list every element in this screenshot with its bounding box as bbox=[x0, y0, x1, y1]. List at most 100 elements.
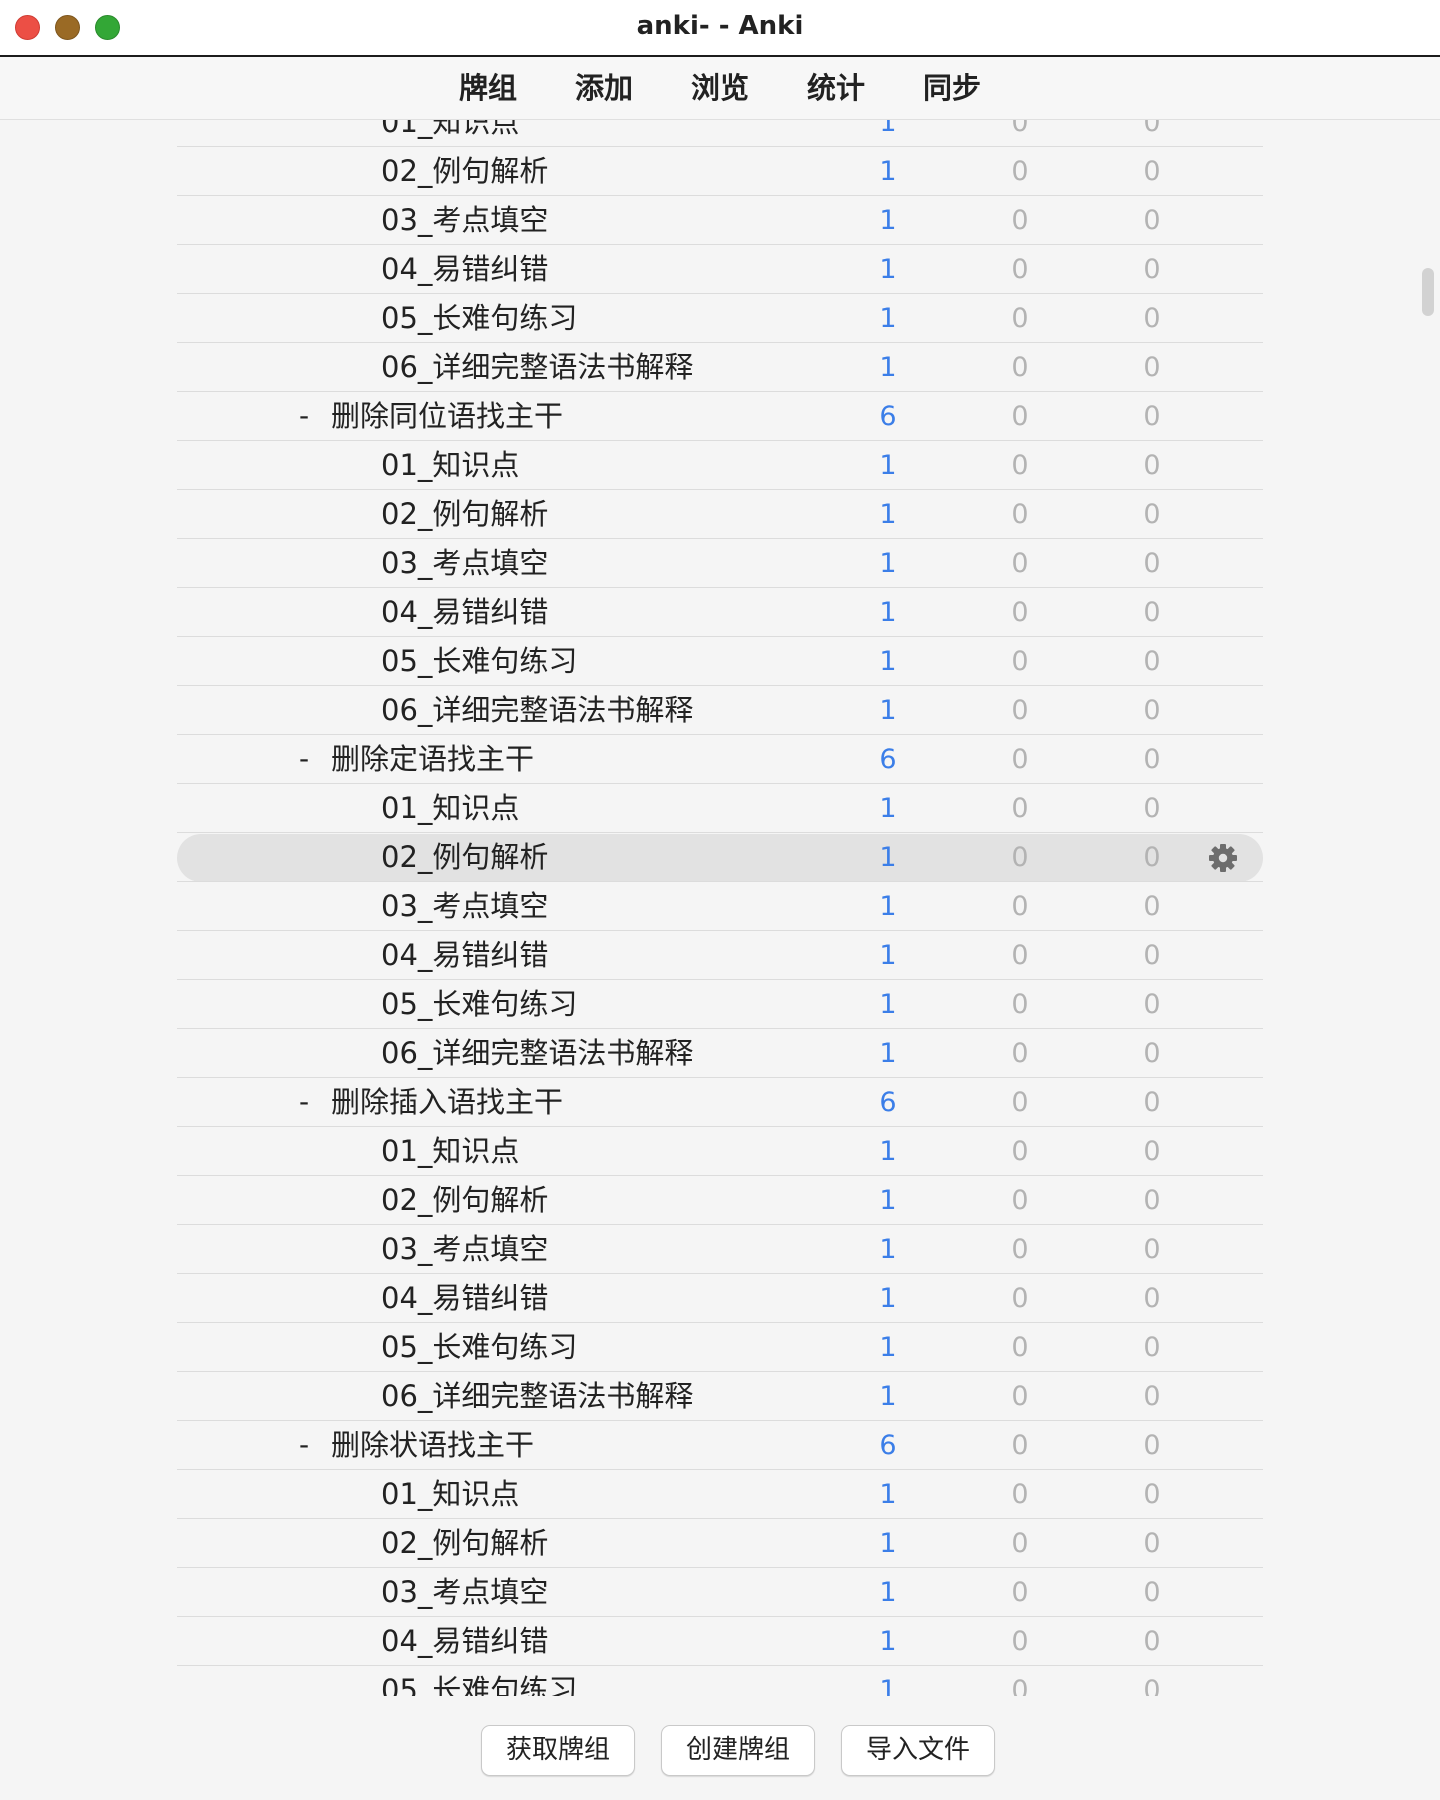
review-count: 0 bbox=[1143, 1234, 1161, 1265]
deck-row[interactable]: 02_例句解析 1 0 0 bbox=[0, 1176, 1440, 1225]
deck-row[interactable]: 04_易错纠错 1 0 0 bbox=[0, 1617, 1440, 1666]
deck-name[interactable]: 05_长难句练习 bbox=[381, 294, 577, 343]
scrollbar-thumb[interactable] bbox=[1422, 268, 1434, 316]
deck-row[interactable]: 04_易错纠错 1 0 0 bbox=[0, 1274, 1440, 1323]
deck-name[interactable]: 06_详细完整语法书解释 bbox=[381, 1372, 693, 1421]
learn-count: 0 bbox=[1011, 401, 1029, 432]
deck-row[interactable]: 01_知识点 1 0 0 bbox=[0, 1470, 1440, 1519]
deck-name[interactable]: 01_知识点 bbox=[381, 120, 519, 147]
deck-name[interactable]: 03_考点填空 bbox=[381, 1225, 548, 1274]
due-count: 1 bbox=[879, 303, 897, 334]
deck-row[interactable]: 03_考点填空 1 0 0 bbox=[0, 1225, 1440, 1274]
deck-name[interactable]: 05_长难句练习 bbox=[381, 637, 577, 686]
deck-row[interactable]: 06_详细完整语法书解释 1 0 0 bbox=[0, 1029, 1440, 1078]
import-file-button[interactable]: 导入文件 bbox=[841, 1725, 995, 1776]
deck-name[interactable]: 删除状语找主干 bbox=[331, 1421, 534, 1470]
due-count: 1 bbox=[879, 842, 897, 873]
deck-name[interactable]: 05_长难句练习 bbox=[381, 980, 577, 1029]
deck-name[interactable]: 05_长难句练习 bbox=[381, 1323, 577, 1372]
collapse-toggle[interactable]: - bbox=[299, 735, 309, 784]
deck-name[interactable]: 04_易错纠错 bbox=[381, 245, 548, 294]
learn-count: 0 bbox=[1011, 1185, 1029, 1216]
deck-row[interactable]: 02_例句解析 1 0 0 bbox=[0, 147, 1440, 196]
deck-name[interactable]: 01_知识点 bbox=[381, 1470, 519, 1519]
deck-row[interactable]: 02_例句解析 1 0 0 bbox=[0, 833, 1440, 882]
deck-name[interactable]: 04_易错纠错 bbox=[381, 1617, 548, 1666]
collapse-toggle[interactable]: - bbox=[299, 392, 309, 441]
deck-row[interactable]: 03_考点填空 1 0 0 bbox=[0, 539, 1440, 588]
deck-name[interactable]: 02_例句解析 bbox=[381, 490, 548, 539]
deck-row[interactable]: 06_详细完整语法书解释 1 0 0 bbox=[0, 686, 1440, 735]
deck-name[interactable]: 06_详细完整语法书解释 bbox=[381, 343, 693, 392]
deck-name[interactable]: 02_例句解析 bbox=[381, 1519, 548, 1568]
deck-row[interactable]: 05_长难句练习 1 0 0 bbox=[0, 1666, 1440, 1696]
due-count: 1 bbox=[879, 499, 897, 530]
learn-count: 0 bbox=[1011, 1479, 1029, 1510]
review-count: 0 bbox=[1143, 1626, 1161, 1657]
deck-name[interactable]: 06_详细完整语法书解释 bbox=[381, 686, 693, 735]
deck-name[interactable]: 04_易错纠错 bbox=[381, 931, 548, 980]
deck-name[interactable]: 06_详细完整语法书解释 bbox=[381, 1029, 693, 1078]
deck-name[interactable]: 03_考点填空 bbox=[381, 1568, 548, 1617]
gear-icon[interactable] bbox=[1207, 842, 1239, 874]
toolbar-stats[interactable]: 统计 bbox=[778, 57, 894, 119]
learn-count: 0 bbox=[1011, 744, 1029, 775]
deck-row[interactable]: 03_考点填空 1 0 0 bbox=[0, 882, 1440, 931]
create-deck-button[interactable]: 创建牌组 bbox=[661, 1725, 815, 1776]
due-count: 6 bbox=[879, 401, 897, 432]
toolbar-sync[interactable]: 同步 bbox=[894, 57, 1010, 119]
deck-name[interactable]: 删除定语找主干 bbox=[331, 735, 534, 784]
deck-row[interactable]: 04_易错纠错 1 0 0 bbox=[0, 931, 1440, 980]
deck-row-parent[interactable]: - 删除状语找主干 6 0 0 bbox=[0, 1421, 1440, 1470]
deck-row[interactable]: 04_易错纠错 1 0 0 bbox=[0, 245, 1440, 294]
review-count: 0 bbox=[1143, 450, 1161, 481]
deck-row[interactable]: 01_知识点 1 0 0 bbox=[0, 1127, 1440, 1176]
deck-name[interactable]: 03_考点填空 bbox=[381, 539, 548, 588]
learn-count: 0 bbox=[1011, 597, 1029, 628]
deck-name[interactable]: 删除同位语找主干 bbox=[331, 392, 563, 441]
deck-row[interactable]: 05_长难句练习 1 0 0 bbox=[0, 1323, 1440, 1372]
deck-row[interactable]: 01_知识点 1 0 0 bbox=[0, 120, 1440, 147]
deck-list: 01_知识点 1 0 0 02_例句解析 1 0 0 03_考点填空 1 0 0 04_易错纠错 1 0 0 0… bbox=[0, 120, 1440, 1696]
learn-count: 0 bbox=[1011, 1234, 1029, 1265]
deck-row-parent[interactable]: - 删除插入语找主干 6 0 0 bbox=[0, 1078, 1440, 1127]
learn-count: 0 bbox=[1011, 205, 1029, 236]
toolbar-add[interactable]: 添加 bbox=[546, 57, 662, 119]
toolbar-decks[interactable]: 牌组 bbox=[430, 57, 546, 119]
due-count: 1 bbox=[879, 1234, 897, 1265]
get-shared-decks-button[interactable]: 获取牌组 bbox=[481, 1725, 635, 1776]
review-count: 0 bbox=[1143, 303, 1161, 334]
deck-row[interactable]: 05_长难句练习 1 0 0 bbox=[0, 980, 1440, 1029]
deck-name[interactable]: 02_例句解析 bbox=[381, 1176, 548, 1225]
deck-row[interactable]: 03_考点填空 1 0 0 bbox=[0, 196, 1440, 245]
deck-row[interactable]: 02_例句解析 1 0 0 bbox=[0, 490, 1440, 539]
toolbar-browse[interactable]: 浏览 bbox=[662, 57, 778, 119]
deck-name[interactable]: 01_知识点 bbox=[381, 784, 519, 833]
deck-row[interactable]: 06_详细完整语法书解释 1 0 0 bbox=[0, 343, 1440, 392]
deck-name[interactable]: 02_例句解析 bbox=[381, 833, 548, 882]
deck-name[interactable]: 05_长难句练习 bbox=[381, 1666, 577, 1696]
deck-name[interactable]: 01_知识点 bbox=[381, 441, 519, 490]
deck-name[interactable]: 01_知识点 bbox=[381, 1127, 519, 1176]
deck-row[interactable]: 04_易错纠错 1 0 0 bbox=[0, 588, 1440, 637]
deck-row-parent[interactable]: - 删除同位语找主干 6 0 0 bbox=[0, 392, 1440, 441]
deck-row[interactable]: 05_长难句练习 1 0 0 bbox=[0, 294, 1440, 343]
collapse-toggle[interactable]: - bbox=[299, 1078, 309, 1127]
deck-name[interactable]: 03_考点填空 bbox=[381, 196, 548, 245]
deck-name[interactable]: 02_例句解析 bbox=[381, 147, 548, 196]
deck-row[interactable]: 02_例句解析 1 0 0 bbox=[0, 1519, 1440, 1568]
deck-name[interactable]: 03_考点填空 bbox=[381, 882, 548, 931]
deck-row-parent[interactable]: - 删除定语找主干 6 0 0 bbox=[0, 735, 1440, 784]
deck-row[interactable]: 03_考点填空 1 0 0 bbox=[0, 1568, 1440, 1617]
deck-row[interactable]: 06_详细完整语法书解释 1 0 0 bbox=[0, 1372, 1440, 1421]
deck-row[interactable]: 05_长难句练习 1 0 0 bbox=[0, 637, 1440, 686]
due-count: 1 bbox=[879, 940, 897, 971]
review-count: 0 bbox=[1143, 646, 1161, 677]
review-count: 0 bbox=[1143, 891, 1161, 922]
deck-name[interactable]: 04_易错纠错 bbox=[381, 1274, 548, 1323]
collapse-toggle[interactable]: - bbox=[299, 1421, 309, 1470]
deck-row[interactable]: 01_知识点 1 0 0 bbox=[0, 441, 1440, 490]
deck-row[interactable]: 01_知识点 1 0 0 bbox=[0, 784, 1440, 833]
deck-name[interactable]: 删除插入语找主干 bbox=[331, 1078, 563, 1127]
deck-name[interactable]: 04_易错纠错 bbox=[381, 588, 548, 637]
